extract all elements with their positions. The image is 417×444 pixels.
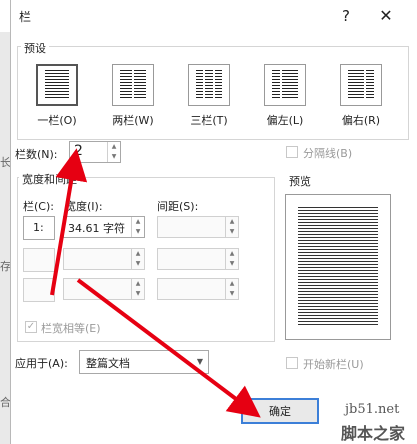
annotation-arrows [50, 148, 261, 418]
arrow-to-columns [50, 148, 88, 296]
arrow-to-ok [76, 278, 261, 418]
